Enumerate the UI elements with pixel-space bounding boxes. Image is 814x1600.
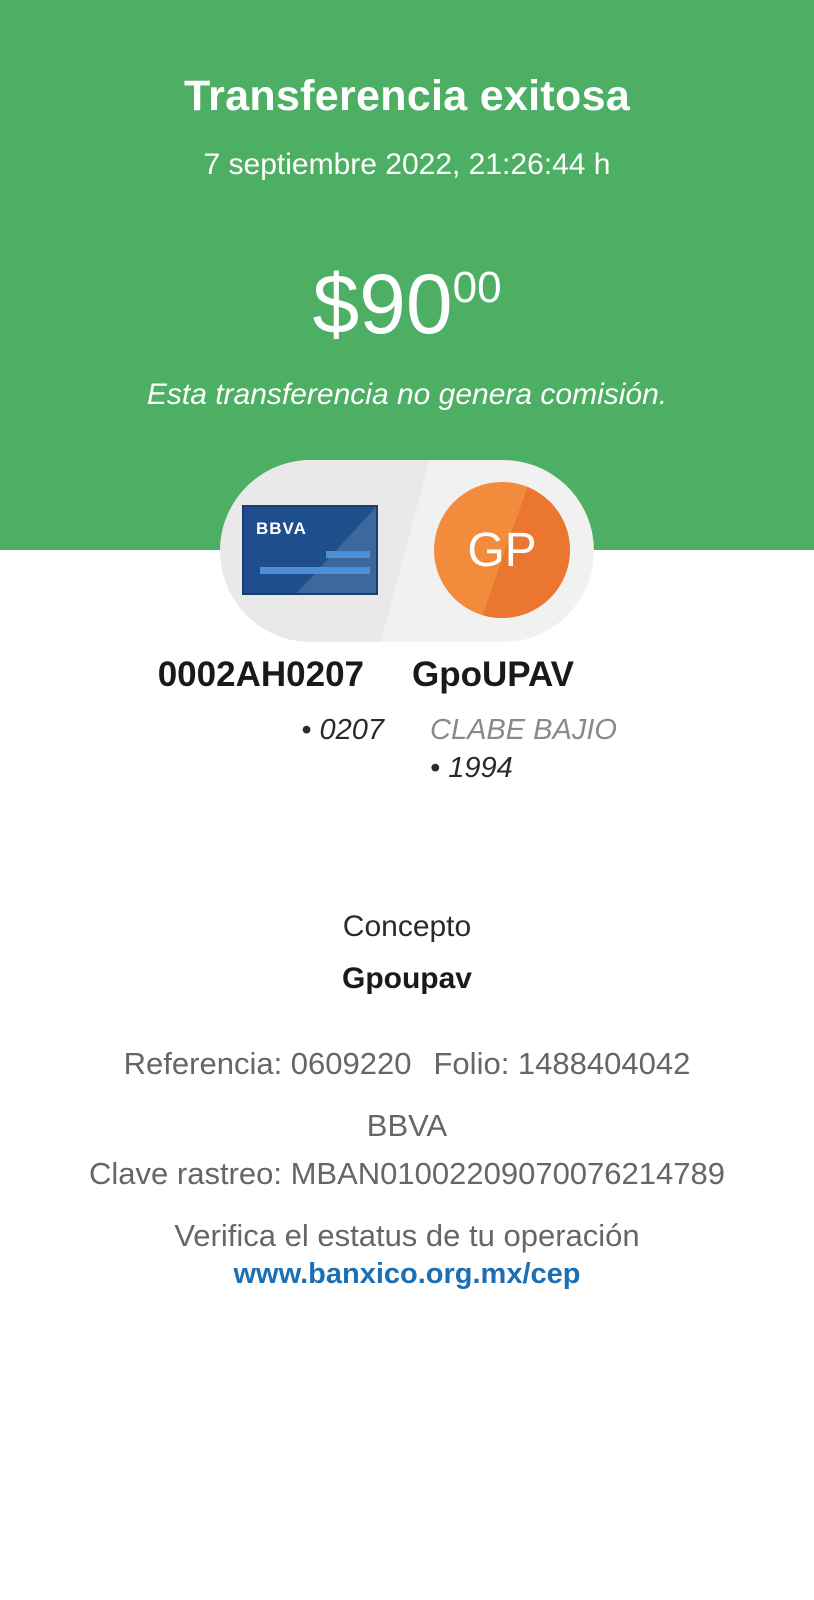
- concept-label: Concepto: [342, 910, 472, 943]
- bank-name: BBVA: [366, 1108, 448, 1143]
- concept-value: Gpoupav: [341, 962, 472, 995]
- reference-folio-line: Referencia: 0609220 Folio: 1488404042: [0, 1046, 814, 1082]
- avatar-initials: GP: [467, 523, 537, 577]
- folio-value: Folio: 1488404042: [433, 1046, 691, 1081]
- destination-account-name: GpoUPAV: [412, 655, 575, 694]
- amount-main: $90: [312, 257, 453, 351]
- verify-text: Verifica el estatus de tu operación: [174, 1218, 640, 1253]
- transfer-datetime: 7 septiembre 2022, 21:26:44 h: [203, 148, 611, 181]
- card-brand-label: BBVA: [256, 519, 307, 538]
- banxico-cep-link[interactable]: www.banxico.org.mx/cep: [0, 1258, 814, 1291]
- transfer-parties: BBVA GP: [220, 460, 594, 642]
- origin-account-suffix: • 0207: [301, 714, 384, 746]
- tracking-key: Clave rastreo: MBAN01002209070076214789: [89, 1156, 725, 1191]
- origin-account-name: 0002AH0207: [157, 655, 364, 694]
- transfer-amount: $9000: [0, 262, 814, 346]
- reference-value: Referencia: 0609220: [123, 1046, 412, 1081]
- page-title: Transferencia exitosa: [183, 72, 631, 120]
- commission-note: Esta transferencia no genera comisión.: [146, 378, 668, 411]
- destination-account-type: CLABE BAJIO: [430, 714, 617, 746]
- amount-cents: 00: [452, 263, 502, 312]
- destination-account-suffix: • 1994: [430, 752, 513, 784]
- bank-card-icon: BBVA: [242, 505, 378, 595]
- recipient-avatar: GP: [434, 482, 570, 618]
